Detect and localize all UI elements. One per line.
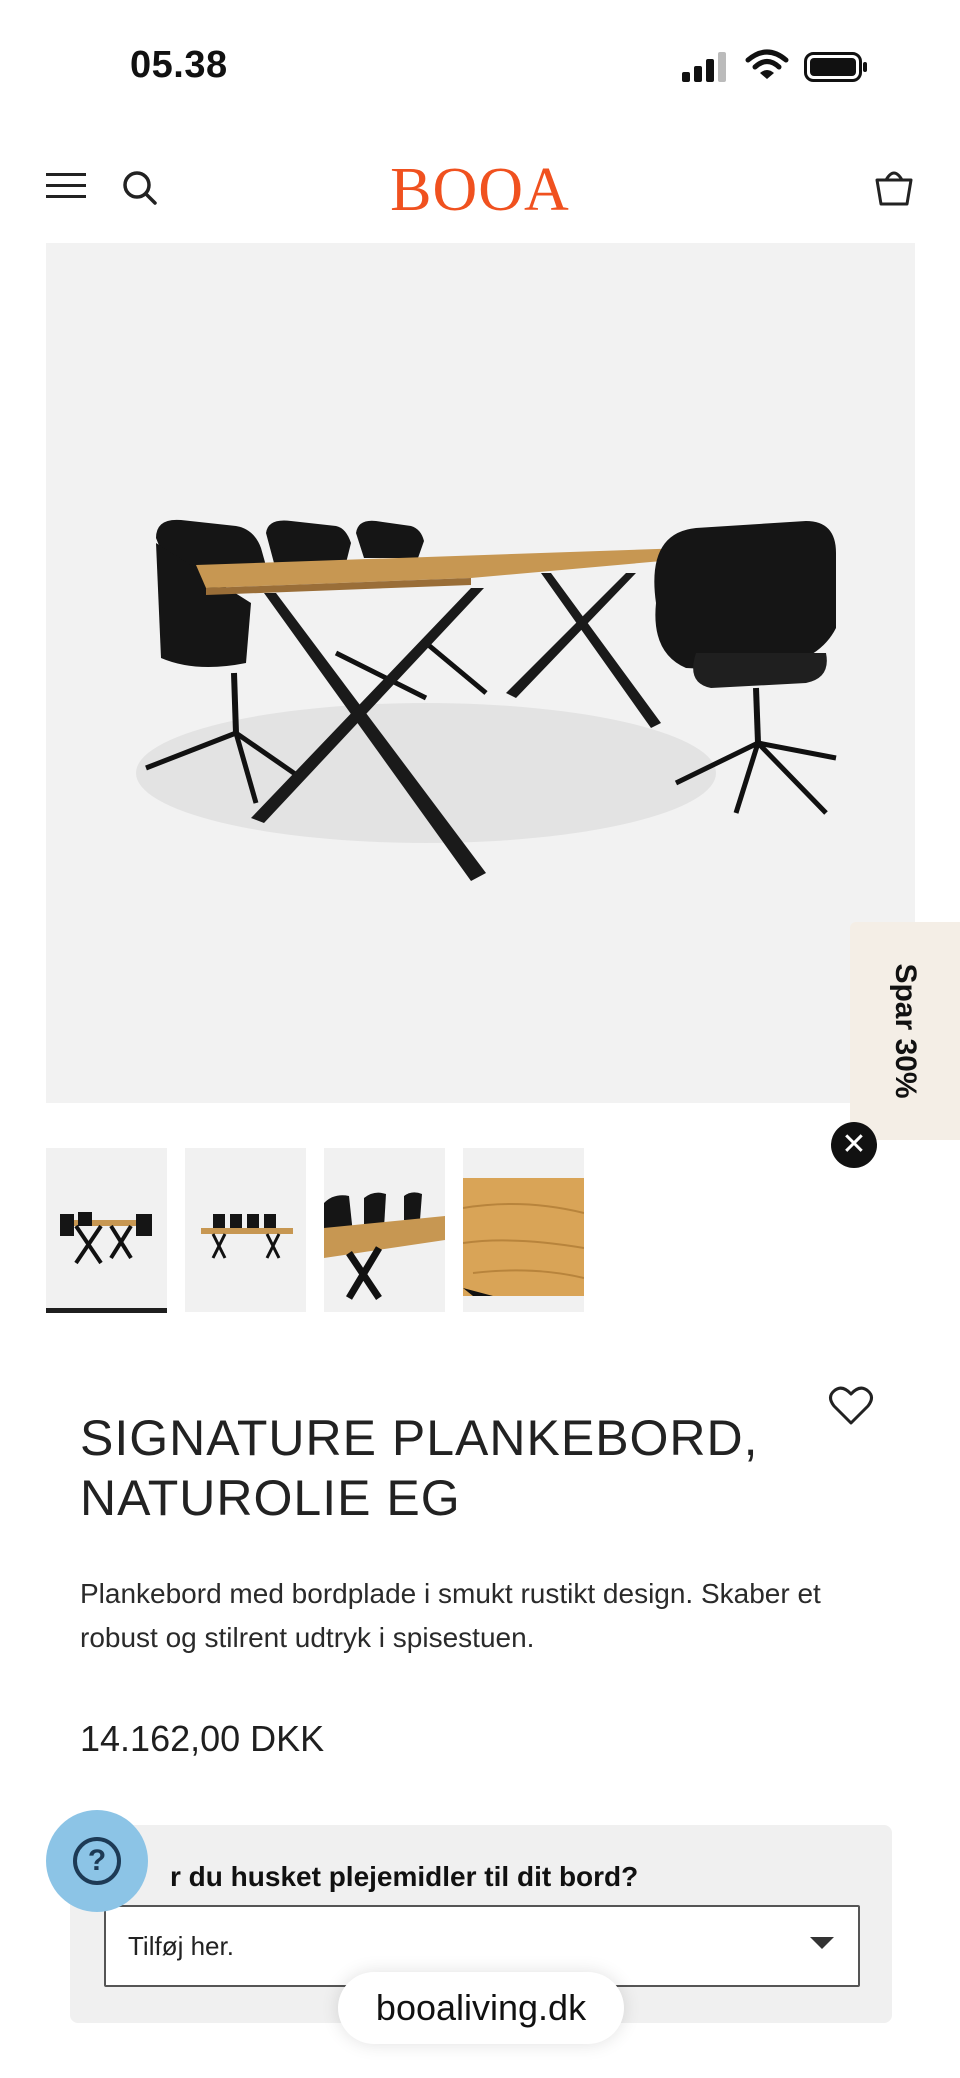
cellular-signal-icon <box>680 50 728 84</box>
select-value: Tilføj her. <box>128 1931 234 1961</box>
promo-side-tab[interactable]: Spar 30% <box>850 922 960 1140</box>
browser-url-bar[interactable]: booaliving.dk <box>338 1972 624 2044</box>
question-mark-icon: ? <box>73 1837 121 1885</box>
basket-icon[interactable] <box>874 164 914 208</box>
product-price: 14.162,00 DKK <box>80 1718 325 1759</box>
promo-close-icon[interactable]: ✕ <box>831 1122 877 1168</box>
promo-tab-label: Spar 30% <box>889 963 922 1099</box>
thumbnail-2[interactable] <box>185 1148 306 1312</box>
product-hero-image[interactable] <box>46 243 915 1103</box>
brand-logo[interactable]: BOOA <box>380 155 580 226</box>
chevron-down-icon <box>810 1937 834 1949</box>
help-chat-button[interactable]: ? <box>46 1810 148 1912</box>
thumbnail-active-indicator <box>46 1308 167 1313</box>
hamburger-menu-icon[interactable] <box>46 170 86 200</box>
upsell-question: r du husket plejemidler til dit bord? <box>170 1861 639 1892</box>
search-icon[interactable] <box>120 168 160 208</box>
battery-icon <box>804 52 868 82</box>
thumbnail-3[interactable] <box>324 1148 445 1312</box>
wifi-icon <box>745 48 789 82</box>
thumbnail-1[interactable] <box>46 1148 167 1312</box>
status-time: 05.38 <box>130 44 228 86</box>
product-description: Plankebord med bordplade i smukt rustikt… <box>80 1578 821 1653</box>
product-title: SIGNATURE PLANKEBORD, NATUROLIE EG <box>80 1410 759 1526</box>
thumbnail-4[interactable] <box>463 1148 584 1312</box>
